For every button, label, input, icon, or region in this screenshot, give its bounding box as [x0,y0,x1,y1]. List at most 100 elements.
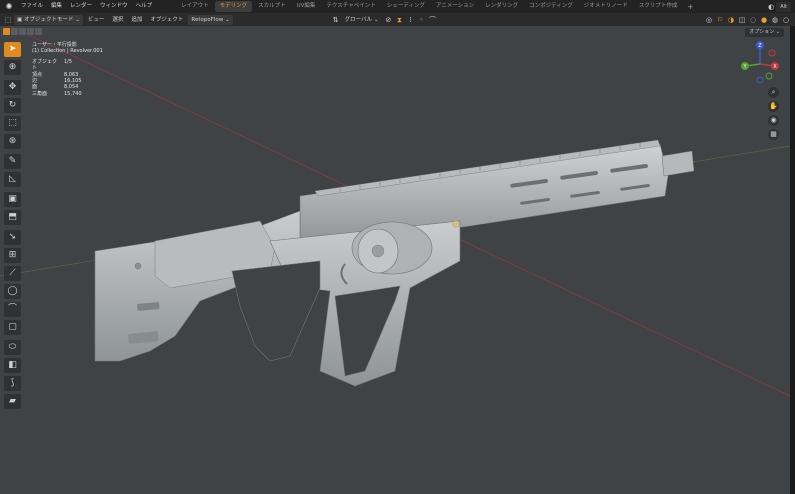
options-dropdown[interactable]: オプション ⌄ [745,28,784,37]
tab-geometry-nodes[interactable]: ジオメトリノード [579,1,633,12]
measure-icon[interactable]: ◺ [4,172,21,187]
tab-compositing[interactable]: コンポジティング [524,1,578,12]
transform-orientation-label: グローバル [344,16,373,23]
menu-view[interactable]: ビュー [85,15,108,25]
stat-objects: オブジェクト 1/5 [32,59,103,72]
proportional-falloff-icon[interactable]: ⌒ [427,15,437,25]
stat-value: 1/5 [64,58,73,65]
viewport-header: ⬚ ▣ オブジェクトモード ⌄ ビュー 選択 追加 オブジェクト RetopoF… [0,13,795,26]
mode-extend-icon[interactable] [11,28,18,35]
pivot-icon[interactable]: ⊘ [383,15,393,25]
mode-dropdown[interactable]: ▣ オブジェクトモード ⌄ [14,14,83,25]
menu-render[interactable]: レンダー [66,0,96,13]
retopoflow-label: RetopoFlow [191,16,224,23]
viewport-info: ユーザー・平行投影 (1) Collection | Revolver.001 … [32,42,103,97]
mode-set-icon[interactable] [3,28,10,35]
tab-texture-paint[interactable]: テクスチャペイント [321,1,380,12]
editor-type-icon[interactable]: ⬚ [3,15,13,25]
menu-window[interactable]: ウィンドウ [96,0,132,13]
object-origin-dot [455,223,457,225]
blender-logo-icon[interactable]: ✺ [4,2,14,12]
snap-icon[interactable]: ⧗ [394,15,404,25]
overlay-icon[interactable]: ◑ [726,15,736,25]
gizmo-x-label: X [773,64,777,70]
tool-shelf: ➤ ⊕ ✥ ↻ ⬚ ⊛ ✎ ◺ ▣ ⬒ ➘ ⊞ ⟋ ◯ ⌒ ▢ ⬭ ◧ ⟆ ▰ [3,42,23,412]
tab-layout[interactable]: レイアウト [176,1,214,12]
shear-icon[interactable]: ▰ [4,394,21,409]
scene-icon: ◐ [768,2,775,11]
retopoflow-menu[interactable]: RetopoFlow ⌄ [188,14,233,25]
stat-label: 三角面 [32,90,48,97]
extrude-icon[interactable]: ⬒ [4,210,21,225]
top-menu-bar: ✺ ファイル 編集 レンダー ウィンドウ ヘルプ レイアウト モデリング スカル… [0,0,795,13]
smooth-icon[interactable]: ⬭ [4,340,21,355]
visibility-icon[interactable]: ◎ [704,15,714,25]
shading-material-icon[interactable]: ◍ [770,15,780,25]
menu-add[interactable]: 追加 [128,15,145,25]
tab-scripting[interactable]: スクリプト作成 [634,1,683,12]
camera-icon[interactable]: ◉ [768,115,779,126]
stat-triangles: 三角面 15,740 [32,91,103,97]
poly-build-icon[interactable]: ⌒ [4,302,21,317]
snap-target-icon[interactable]: ⁞ [405,15,415,25]
shading-wireframe-icon[interactable]: ◌ [748,15,758,25]
transform-orientation-icon[interactable]: ⇅ [331,15,341,25]
rotate-icon[interactable]: ↻ [4,98,21,113]
collection-info: (1) Collection | Revolver.001 [32,48,103,55]
object-mode-icon: ▣ [17,16,24,23]
scene-name[interactable]: Alt [776,1,791,12]
tab-uv-editing[interactable]: UV編集 [292,1,321,12]
gizmo-icon[interactable]: ⚐ [715,15,725,25]
annotate-icon[interactable]: ✎ [4,154,21,169]
3d-viewport[interactable]: ユーザー・平行投影 (1) Collection | Revolver.001 … [0,26,790,494]
view-navigation: ⌕ ✋ ◉ ▦ [768,87,779,140]
cylinder-center [371,244,385,258]
xray-icon[interactable]: ◫ [737,15,747,25]
pan-icon[interactable]: ✋ [768,101,779,112]
selection-mode-icons[interactable] [3,28,42,35]
shrink-icon[interactable]: ⟆ [4,376,21,391]
inset-icon[interactable]: ➘ [4,230,21,245]
shading-solid-icon[interactable]: ● [759,15,769,25]
mode-intersect-icon[interactable] [35,28,42,35]
cursor-icon[interactable]: ⊕ [4,60,21,75]
mode-invert-icon[interactable] [27,28,34,35]
grid-icon[interactable]: ▦ [768,129,779,140]
tab-animation[interactable]: アニメーション [431,1,479,12]
transform-icon[interactable]: ⊛ [4,134,21,149]
add-cube-icon[interactable]: ▣ [4,192,21,207]
proportional-edit-icon[interactable]: ◦ [416,15,426,25]
loop-cut-icon[interactable]: ⟋ [4,266,21,281]
menu-select[interactable]: 選択 [109,15,126,25]
edge-slide-icon[interactable]: ◧ [4,358,21,373]
add-workspace-button[interactable]: + [683,3,697,11]
menu-help[interactable]: ヘルプ [132,0,157,13]
stock-screw [134,262,142,270]
spin-icon[interactable]: ▢ [4,320,21,335]
transform-orientation-dropdown[interactable]: グローバル ⌄ [342,15,382,25]
select-cursor-icon[interactable]: ➤ [4,42,21,57]
zoom-icon[interactable]: ⌕ [768,87,779,98]
tab-shading[interactable]: シェーディング [382,1,430,12]
right-panel-edge[interactable] [790,26,795,494]
stat-label: オブジェクト [32,58,58,72]
knife-icon[interactable]: ◯ [4,284,21,299]
gizmo-z-label: Z [758,43,762,49]
menu-object[interactable]: オブジェクト [147,15,186,25]
stat-value: 15,740 [64,90,82,97]
navigation-gizmo[interactable]: Z X Y [740,40,780,84]
tab-sculpting[interactable]: スカルプト [253,1,291,12]
move-icon[interactable]: ✥ [4,80,21,95]
scene-selector[interactable]: ◐ Alt [768,1,791,12]
shading-rendered-icon[interactable]: ○ [781,15,791,25]
bevel-icon[interactable]: ⊞ [4,248,21,263]
menu-edit[interactable]: 編集 [47,0,66,13]
trigger-guard-cutout [231,260,321,362]
menu-file[interactable]: ファイル [17,0,47,13]
tab-modeling[interactable]: モデリング [214,1,253,12]
mode-subtract-icon[interactable] [19,28,26,35]
scale-icon[interactable]: ⬚ [4,116,21,131]
tab-rendering[interactable]: レンダリング [480,1,523,12]
gun-muzzle [661,150,695,177]
viewport-scene [0,26,790,397]
